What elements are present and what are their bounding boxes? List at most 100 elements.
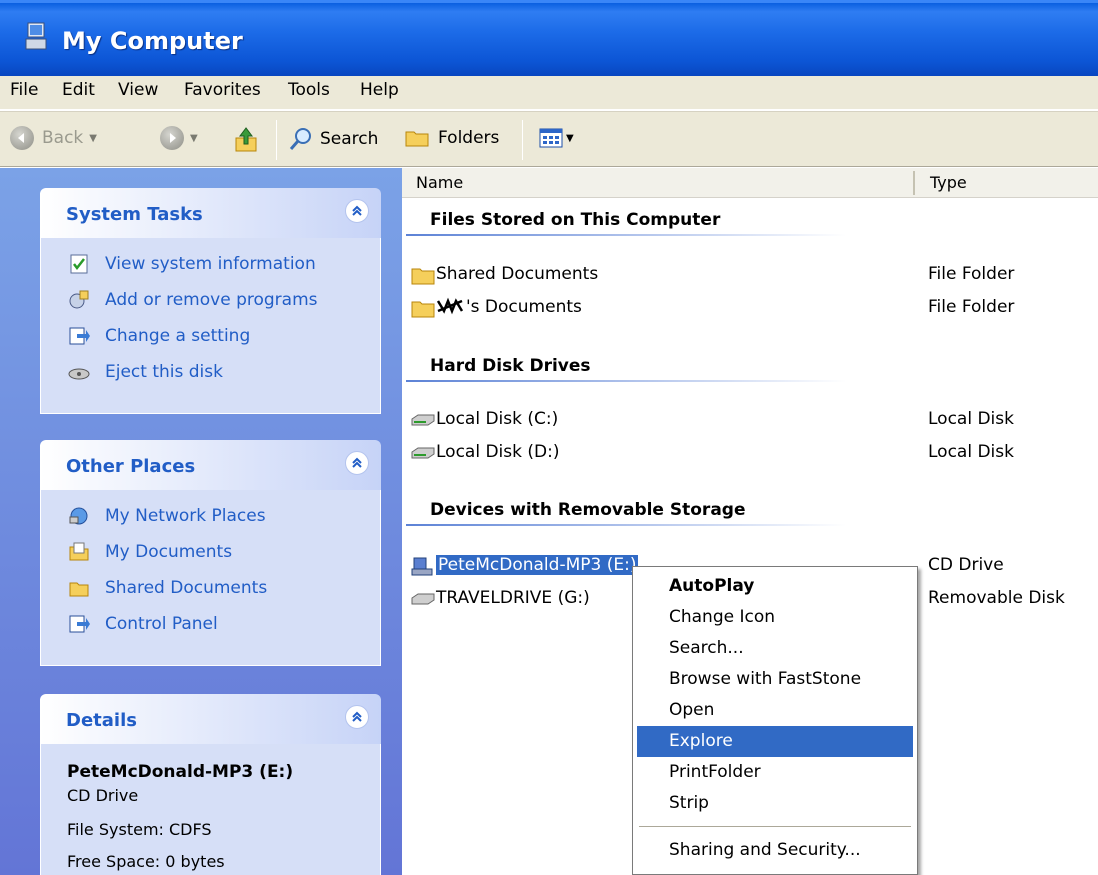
window-title: My Computer — [62, 27, 243, 55]
collapse-chevron-icon[interactable] — [345, 451, 369, 475]
group-divider — [406, 380, 846, 382]
views-dropdown-icon[interactable]: ▼ — [566, 133, 574, 144]
search-label: Search — [320, 129, 379, 149]
folder-icon — [411, 301, 435, 318]
column-divider[interactable] — [913, 171, 915, 195]
forward-button[interactable]: ▼ — [160, 126, 198, 150]
menu-item-autoplay[interactable]: AutoPlay — [637, 571, 913, 602]
other-places-header[interactable]: Other Places — [40, 440, 381, 490]
item-type: Removable Disk — [928, 588, 1065, 608]
menu-item-browse-faststone[interactable]: Browse with FastStone — [637, 664, 913, 695]
column-type-header[interactable]: Type — [930, 173, 967, 192]
menu-item-open[interactable]: Open — [637, 695, 913, 726]
menu-favorites[interactable]: Favorites — [180, 78, 265, 102]
item-name: Shared Documents — [436, 264, 599, 284]
menu-item-label: Strip — [669, 793, 709, 813]
back-label: Back — [42, 128, 84, 148]
place-shared-documents[interactable]: Shared Documents — [67, 576, 267, 600]
system-tasks-header[interactable]: System Tasks — [40, 188, 381, 238]
group-header: Hard Disk Drives — [430, 356, 591, 376]
menu-item-label: Change Icon — [669, 607, 776, 627]
menu-item-label: Search... — [669, 638, 744, 658]
views-button[interactable]: ▼ — [538, 126, 574, 150]
group-header: Devices with Removable Storage — [430, 500, 746, 520]
toolbar-separator — [522, 120, 523, 160]
item-type: Local Disk — [928, 442, 1014, 462]
menu-item-label: PrintFolder — [669, 762, 761, 782]
menu-item-label: Open — [669, 700, 715, 720]
menu-item-explore[interactable]: Explore — [637, 726, 913, 757]
task-add-remove-programs[interactable]: Add or remove programs — [67, 288, 318, 312]
menu-edit[interactable]: Edit — [58, 78, 99, 102]
list-item[interactable]: Local Disk (D:) Local Disk — [410, 441, 1098, 467]
details-kind: CD Drive — [67, 786, 139, 805]
task-label: Add or remove programs — [105, 290, 318, 310]
task-change-setting[interactable]: Change a setting — [67, 324, 250, 348]
folders-button[interactable]: Folders — [404, 126, 499, 150]
details-file-system: File System: CDFS — [67, 820, 212, 839]
column-header: Name Type — [402, 168, 1098, 198]
back-dropdown-icon[interactable]: ▼ — [89, 133, 97, 144]
hard-disk-icon — [411, 447, 435, 459]
place-label: My Documents — [105, 542, 233, 562]
menu-help[interactable]: Help — [356, 78, 403, 102]
network-places-icon — [67, 504, 91, 528]
column-name-header[interactable]: Name — [416, 173, 463, 192]
collapse-chevron-icon[interactable] — [345, 705, 369, 729]
group-divider — [406, 524, 846, 526]
search-button[interactable]: Search — [288, 126, 378, 152]
other-places-body: My Network Places My Documents Shared Do… — [40, 490, 381, 666]
place-my-documents[interactable]: My Documents — [67, 540, 232, 564]
task-label: Eject this disk — [105, 362, 223, 382]
item-name: Local Disk (D:) — [436, 442, 560, 462]
back-arrow-icon — [10, 126, 34, 150]
place-label: My Network Places — [105, 506, 266, 526]
details-free-space: Free Space: 0 bytes — [67, 852, 225, 871]
back-button[interactable]: Back ▼ — [10, 126, 97, 150]
task-view-system-information[interactable]: View system information — [67, 252, 316, 276]
item-name: 's Documents — [466, 297, 582, 317]
item-name: PeteMcDonald-MP3 (E:) — [436, 555, 639, 575]
item-type: CD Drive — [928, 555, 1004, 575]
menu-item-printfolder[interactable]: PrintFolder — [637, 757, 913, 788]
menu-view[interactable]: View — [114, 78, 162, 102]
forward-arrow-icon — [160, 126, 184, 150]
details-panel: Details PeteMcDonald-MP3 (E:) CD Drive F… — [40, 694, 381, 875]
eject-disk-icon — [67, 360, 91, 384]
group-header: Files Stored on This Computer — [430, 210, 721, 230]
details-name: PeteMcDonald-MP3 (E:) — [67, 762, 294, 782]
forward-dropdown-icon[interactable]: ▼ — [190, 133, 198, 144]
details-header[interactable]: Details — [40, 694, 381, 744]
control-panel-icon — [67, 324, 91, 348]
menu-item-search[interactable]: Search... — [637, 633, 913, 664]
list-item[interactable]: 's Documents File Folder — [410, 296, 1098, 322]
list-item[interactable]: Shared Documents File Folder — [410, 263, 1098, 289]
menu-item-strip[interactable]: Strip — [637, 788, 913, 819]
task-eject-disk[interactable]: Eject this disk — [67, 360, 223, 384]
computer-icon — [25, 22, 47, 50]
task-pane: System Tasks View system information Add… — [0, 168, 402, 875]
toolbar-separator — [276, 120, 277, 160]
place-control-panel[interactable]: Control Panel — [67, 612, 218, 636]
item-name: TRAVELDRIVE (G:) — [436, 588, 590, 608]
menu-item-label: Explore — [669, 731, 733, 751]
other-places-title: Other Places — [66, 456, 196, 477]
menu-item-change-icon[interactable]: Change Icon — [637, 602, 913, 633]
menu-file[interactable]: File — [6, 78, 42, 102]
system-tasks-body: View system information Add or remove pr… — [40, 238, 381, 414]
list-item[interactable]: Local Disk (C:) Local Disk — [410, 408, 1098, 434]
my-documents-icon — [67, 540, 91, 564]
menu-item-sharing-security[interactable]: Sharing and Security... — [637, 835, 913, 866]
toolbar: Back ▼ ▼ Search Folders ▼ — [0, 111, 1098, 167]
system-info-icon — [67, 252, 91, 276]
collapse-chevron-icon[interactable] — [345, 199, 369, 223]
place-my-network-places[interactable]: My Network Places — [67, 504, 266, 528]
menu-item-label: Sharing and Security... — [669, 840, 861, 860]
folders-icon — [405, 131, 429, 147]
task-label: Change a setting — [105, 326, 251, 346]
up-button[interactable] — [232, 126, 260, 154]
other-places-panel: Other Places My Network Places My Docume… — [40, 440, 381, 666]
menu-tools[interactable]: Tools — [284, 78, 334, 102]
add-remove-programs-icon — [67, 288, 91, 312]
search-icon — [289, 128, 311, 150]
